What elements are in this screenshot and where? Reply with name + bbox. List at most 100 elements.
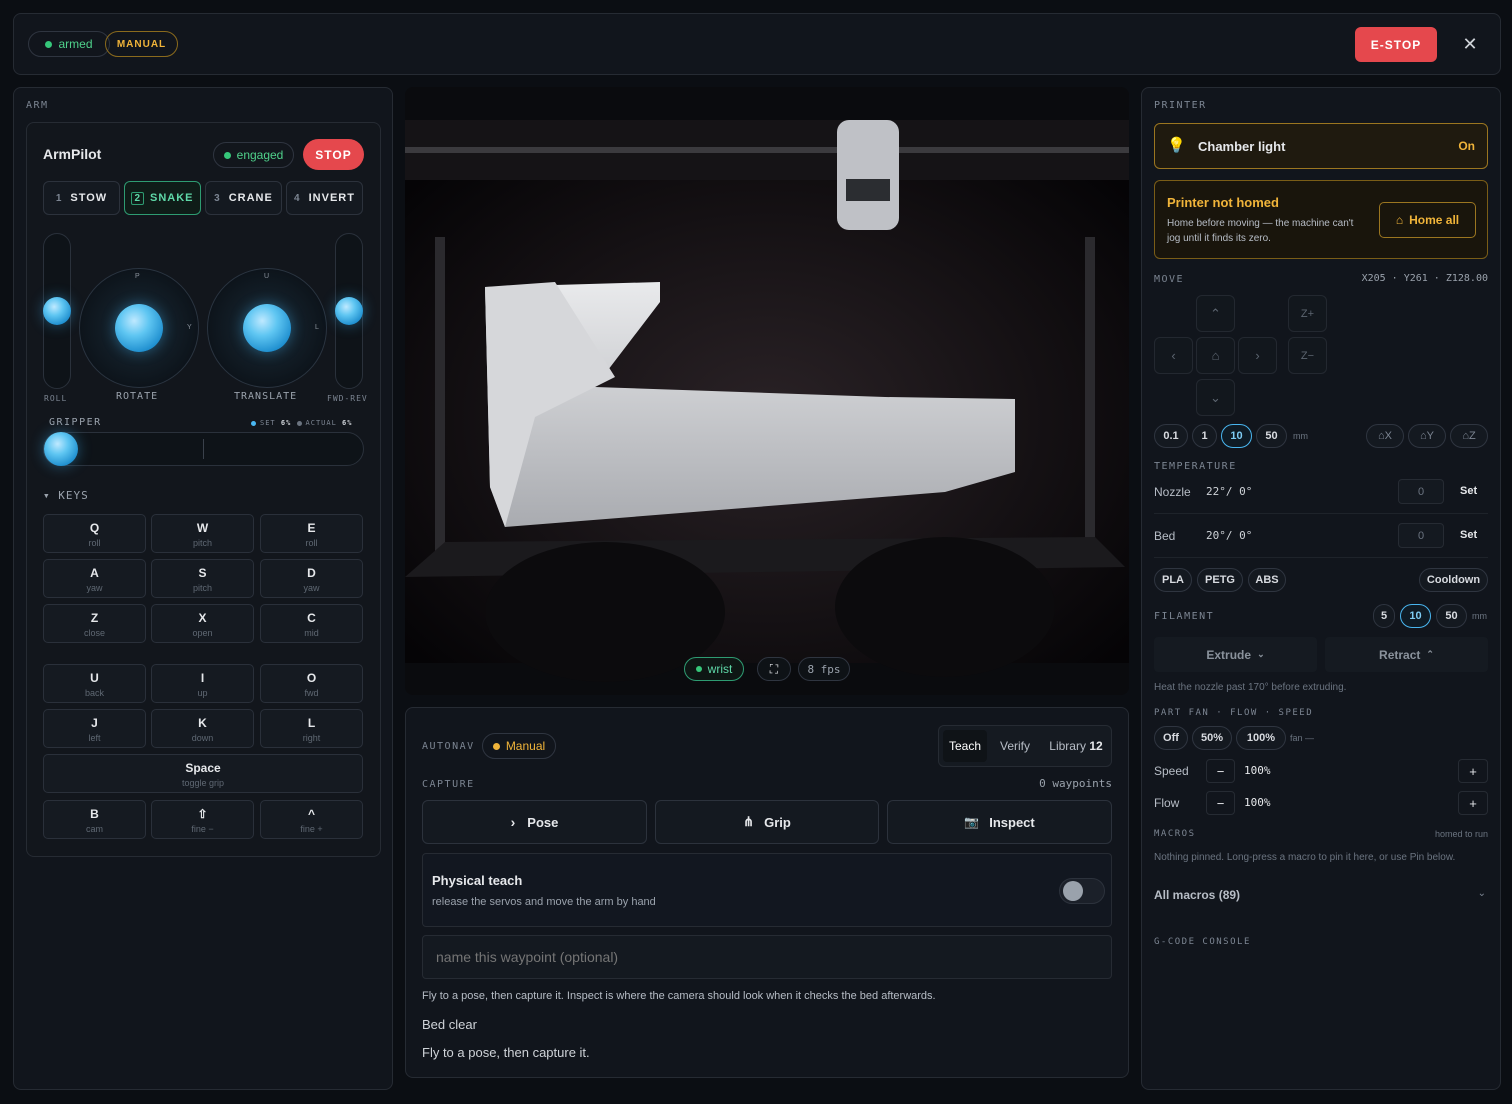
speed-increase-button[interactable]: + — [1458, 759, 1488, 783]
mode-invert-button[interactable]: 4 INVERT — [286, 181, 363, 215]
flow-label: Flow — [1154, 796, 1180, 810]
fil-step-50-button[interactable]: 50 — [1436, 604, 1467, 628]
flow-increase-button[interactable]: + — [1458, 791, 1488, 815]
chevron-down-icon[interactable]: ⌄ — [1478, 888, 1486, 899]
autonav-tabs: Teach Verify Library 12 — [938, 725, 1112, 767]
retract-button[interactable]: Retract ⌃ — [1325, 637, 1488, 672]
preset-abs-button[interactable]: ABS — [1248, 568, 1286, 592]
camera-source-badge[interactable]: wrist — [684, 657, 744, 681]
bed-set-button[interactable]: Set — [1460, 529, 1477, 541]
fil-step-5-button[interactable]: 5 — [1373, 604, 1395, 628]
nozzle-target-input[interactable]: 0 — [1398, 479, 1444, 504]
key-j[interactable]: Jleft — [43, 709, 146, 748]
nozzle-set-button[interactable]: Set — [1460, 485, 1477, 497]
step-1-button[interactable]: 1 — [1192, 424, 1217, 448]
jog-y-plus-button[interactable]: ⌃ — [1196, 295, 1235, 332]
step-10-button[interactable]: 10 — [1221, 424, 1252, 448]
key-a[interactable]: Ayaw — [43, 559, 146, 598]
fan-100-button[interactable]: 100% — [1236, 726, 1286, 750]
close-icon[interactable]: ✕ — [1460, 34, 1480, 54]
physical-teach-toggle[interactable] — [1059, 878, 1105, 904]
key-l[interactable]: Lright — [260, 709, 363, 748]
key-w[interactable]: Wpitch — [151, 514, 254, 553]
speed-decrease-button[interactable]: − — [1206, 759, 1235, 783]
tab-library[interactable]: Library 12 — [1043, 730, 1109, 762]
estop-button[interactable]: E-STOP — [1355, 27, 1437, 62]
printer-frame-left — [435, 237, 445, 567]
filament-label: FILAMENT — [1154, 611, 1215, 622]
speed-label: Speed — [1154, 764, 1189, 778]
preset-pla-button[interactable]: PLA — [1154, 568, 1192, 592]
home-x-button[interactable]: ⌂X — [1366, 424, 1404, 448]
extrude-button[interactable]: Extrude ⌄ — [1154, 637, 1317, 672]
cooldown-button[interactable]: Cooldown — [1419, 568, 1488, 592]
physical-teach-card: Physical teach release the servos and mo… — [422, 853, 1112, 927]
rotate-knob[interactable] — [115, 304, 163, 352]
fil-step-10-button[interactable]: 10 — [1400, 604, 1431, 628]
flow-decrease-button[interactable]: − — [1206, 791, 1235, 815]
gcode-console-label: G-CODE CONSOLE — [1154, 937, 1251, 947]
fps-badge: 8 fps — [798, 657, 850, 681]
tab-teach[interactable]: Teach — [943, 730, 987, 762]
key-o[interactable]: Ofwd — [260, 664, 363, 703]
capture-inspect-button[interactable]: 📷 Inspect — [887, 800, 1112, 844]
fwdrev-knob[interactable] — [335, 297, 363, 325]
key-b[interactable]: Bcam — [43, 800, 146, 839]
home-z-button[interactable]: ⌂Z — [1450, 424, 1488, 448]
key-space[interactable]: Space toggle grip — [43, 754, 363, 793]
capture-pose-button[interactable]: › Pose — [422, 800, 647, 844]
rotate-mark-top: P — [135, 273, 140, 280]
capture-grip-label: Grip — [764, 814, 791, 830]
keys-toggle[interactable]: ▾ KEYS — [43, 489, 89, 502]
key-x[interactable]: Xopen — [151, 604, 254, 643]
mode-stow-button[interactable]: 1 STOW — [43, 181, 120, 215]
key-k[interactable]: Kdown — [151, 709, 254, 748]
gripper-knob[interactable] — [44, 432, 78, 466]
key-ctrl[interactable]: ^ fine + — [260, 800, 363, 839]
key-q[interactable]: Qroll — [43, 514, 146, 553]
mode-snake-button[interactable]: 2 SNAKE — [124, 181, 201, 215]
tab-library-count: 12 — [1089, 739, 1103, 753]
macros-hint: Nothing pinned. Long-press a macro to pi… — [1154, 852, 1456, 863]
chamber-light-toggle[interactable]: 💡 Chamber light On — [1154, 123, 1488, 169]
divider — [1154, 557, 1488, 558]
arm-panel: ARM ArmPilot engaged STOP 1 STOW 2 SNAKE 3… — [13, 87, 393, 1090]
fan-off-button[interactable]: Off — [1154, 726, 1188, 750]
jog-x-minus-button[interactable]: ‹ — [1154, 337, 1193, 374]
jog-y-minus-button[interactable]: ⌄ — [1196, 379, 1235, 416]
key-i[interactable]: Iup — [151, 664, 254, 703]
jog-home-button[interactable]: ⌂ — [1196, 337, 1235, 374]
key-c[interactable]: Cmid — [260, 604, 363, 643]
translate-knob[interactable] — [243, 304, 291, 352]
key-s[interactable]: Spitch — [151, 559, 254, 598]
key-d[interactable]: Dyaw — [260, 559, 363, 598]
key-u[interactable]: Uback — [43, 664, 146, 703]
roll-knob[interactable] — [43, 297, 71, 325]
key-shift[interactable]: ⇧ fine − — [151, 800, 254, 839]
step-0.1-button[interactable]: 0.1 — [1154, 424, 1188, 448]
stop-button[interactable]: STOP — [303, 139, 364, 170]
camera-feed — [405, 120, 1129, 682]
mode-crane-button[interactable]: 3 CRANE — [205, 181, 282, 215]
key-z[interactable]: Zclose — [43, 604, 146, 643]
jog-z-minus-button[interactable]: Z− — [1288, 337, 1327, 374]
step-unit: mm — [1293, 431, 1308, 441]
fan-50-button[interactable]: 50% — [1192, 726, 1232, 750]
home-all-button[interactable]: ⌂ Home all — [1379, 202, 1476, 238]
capture-grip-button[interactable]: ⋔ Grip — [655, 800, 879, 844]
tab-verify[interactable]: Verify — [993, 730, 1037, 762]
waypoint-name-input[interactable] — [422, 935, 1112, 979]
step-50-button[interactable]: 50 — [1256, 424, 1287, 448]
preset-petg-button[interactable]: PETG — [1197, 568, 1243, 592]
jog-z-plus-button[interactable]: Z+ — [1288, 295, 1327, 332]
home-y-button[interactable]: ⌂Y — [1408, 424, 1446, 448]
all-macros-toggle[interactable]: All macros (89) — [1154, 888, 1240, 902]
key-e[interactable]: Eroll — [260, 514, 363, 553]
roll-label: ROLL — [44, 394, 68, 403]
gripper-finger-right — [835, 537, 1055, 677]
jog-x-plus-button[interactable]: › — [1238, 337, 1277, 374]
fullscreen-icon[interactable]: ⛶ — [757, 657, 791, 681]
bed-target-input[interactable]: 0 — [1398, 523, 1444, 548]
gripper-actual-value: 6% — [342, 419, 353, 427]
mode-snake-label: SNAKE — [150, 192, 194, 204]
